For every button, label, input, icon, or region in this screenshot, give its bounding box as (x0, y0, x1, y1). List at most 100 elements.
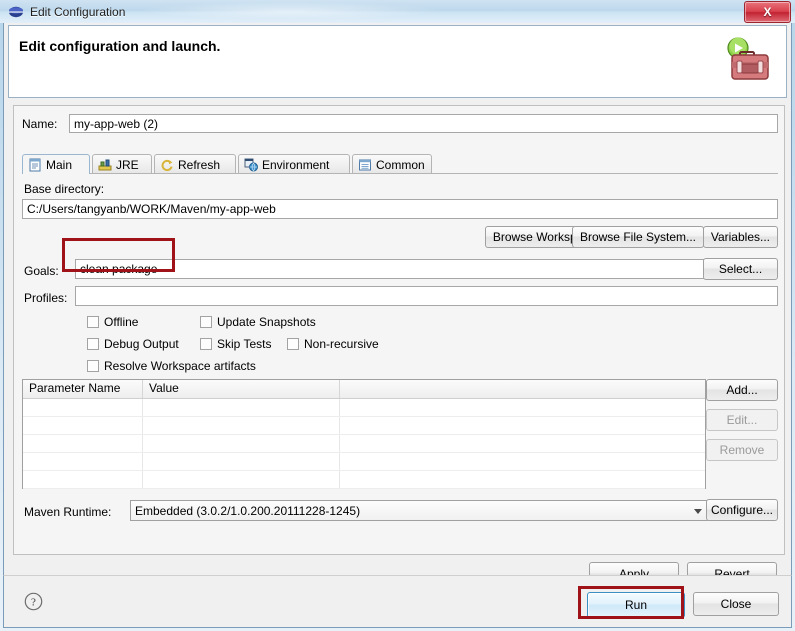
table-row[interactable] (23, 435, 705, 453)
table-cell (143, 453, 340, 470)
eclipse-globe-icon (8, 4, 24, 20)
checkbox-skip-tests-label: Skip Tests (217, 337, 271, 351)
table-row[interactable] (23, 453, 705, 471)
remove-label: Remove (720, 443, 765, 457)
page-title: Edit configuration and launch. (19, 38, 220, 54)
checkbox-non-recursive[interactable]: Non-recursive (287, 337, 379, 351)
window-close-button[interactable]: X (744, 1, 791, 23)
table-row[interactable] (23, 417, 705, 435)
table-row[interactable] (23, 471, 705, 489)
table-header-row: Parameter Name Value (23, 380, 705, 399)
tab-environment-label: Environment (262, 158, 329, 172)
column-header-value: Value (143, 380, 340, 398)
help-question-icon[interactable]: ? (24, 592, 43, 611)
window-titlebar: Edit Configuration X (0, 0, 795, 23)
variables-label: Variables... (711, 230, 770, 244)
browse-file-system-button[interactable]: Browse File System... (572, 226, 704, 248)
select-goals-button[interactable]: Select... (703, 258, 778, 280)
checkbox-box-non-recursive[interactable] (287, 338, 299, 350)
dialog-footer: ? Run Close (3, 575, 792, 628)
tab-environment[interactable]: Environment (238, 154, 350, 174)
checkbox-box-offline[interactable] (87, 316, 99, 328)
tab-common[interactable]: Common (352, 154, 432, 174)
name-label: Name: (22, 117, 57, 131)
close-icon: X (763, 5, 771, 19)
tab-main-label: Main (46, 158, 72, 172)
profiles-label: Profiles: (24, 291, 67, 305)
run-label: Run (625, 598, 647, 612)
edit-parameter-button: Edit... (706, 409, 778, 431)
checkbox-resolve-workspace-artifacts-label: Resolve Workspace artifacts (104, 359, 256, 373)
goals-input[interactable] (75, 259, 715, 279)
titlebar-sheen (140, 2, 440, 20)
svg-text:?: ? (31, 597, 36, 609)
name-input[interactable] (69, 114, 778, 133)
close-button[interactable]: Close (693, 592, 779, 616)
tab-jre-label: JRE (116, 158, 139, 172)
checkbox-box-skip-tests[interactable] (200, 338, 212, 350)
base-directory-input[interactable] (22, 199, 778, 219)
configure-runtime-button[interactable]: Configure... (706, 499, 778, 521)
checkbox-debug-output-label: Debug Output (104, 337, 179, 351)
table-cell (23, 417, 143, 434)
checkbox-resolve-workspace-artifacts[interactable]: Resolve Workspace artifacts (87, 359, 256, 373)
tab-refresh-label: Refresh (178, 158, 220, 172)
table-cell (143, 471, 340, 488)
dialog-header: Edit configuration and launch. (8, 25, 787, 98)
configure-label: Configure... (711, 503, 773, 517)
table-cell (23, 435, 143, 452)
checkbox-debug-output[interactable]: Debug Output (87, 337, 179, 351)
refresh-icon (160, 158, 174, 172)
edit-label: Edit... (727, 413, 758, 427)
base-directory-label: Base directory: (24, 182, 104, 196)
maven-runtime-value: Embedded (3.0.2/1.0.200.20111228-1245) (135, 504, 360, 518)
table-cell (340, 417, 705, 434)
checkbox-update-snapshots[interactable]: Update Snapshots (200, 315, 316, 329)
select-label: Select... (719, 262, 762, 276)
goals-label: Goals: (24, 264, 59, 278)
checkbox-box-resolve-workspace-artifacts[interactable] (87, 360, 99, 372)
column-header-parameter-name: Parameter Name (23, 380, 143, 398)
maven-toolbox-run-icon (716, 36, 772, 88)
column-header-extra (340, 380, 705, 398)
parameters-table[interactable]: Parameter Name Value (22, 379, 706, 489)
run-button[interactable]: Run (587, 592, 685, 618)
configuration-content: Name: Main (13, 105, 785, 555)
browse-file-system-label: Browse File System... (580, 230, 696, 244)
checkbox-box-debug-output[interactable] (87, 338, 99, 350)
table-cell (23, 471, 143, 488)
tab-refresh[interactable]: Refresh (154, 154, 236, 174)
chevron-down-icon (694, 509, 702, 514)
checkbox-skip-tests[interactable]: Skip Tests (200, 337, 271, 351)
add-label: Add... (726, 383, 757, 397)
table-cell (143, 435, 340, 452)
variables-button[interactable]: Variables... (703, 226, 778, 248)
maven-runtime-select[interactable]: Embedded (3.0.2/1.0.200.20111228-1245) (130, 500, 708, 521)
profiles-input[interactable] (75, 286, 778, 306)
checkbox-offline[interactable]: Offline (87, 315, 138, 329)
table-cell (340, 399, 705, 416)
remove-parameter-button: Remove (706, 439, 778, 461)
checkbox-non-recursive-label: Non-recursive (304, 337, 379, 351)
common-icon (358, 158, 372, 172)
edit-configuration-dialog: Edit configuration and launch. Name: (3, 23, 792, 627)
tab-jre[interactable]: JRE (92, 154, 152, 174)
maven-runtime-label: Maven Runtime: (24, 505, 111, 519)
close-dialog-label: Close (721, 597, 752, 611)
main-tab-panel: Base directory: Browse Workspace... Brow… (22, 174, 778, 546)
checkbox-box-update-snapshots[interactable] (200, 316, 212, 328)
table-cell (23, 453, 143, 470)
checkbox-update-snapshots-label: Update Snapshots (217, 315, 316, 329)
name-row: Name: (22, 114, 778, 134)
document-icon (28, 158, 42, 172)
table-cell (143, 417, 340, 434)
tab-bar: Main JRE (22, 154, 778, 174)
tab-common-label: Common (376, 158, 425, 172)
table-row[interactable] (23, 399, 705, 417)
checkbox-offline-label: Offline (104, 315, 138, 329)
table-cell (23, 399, 143, 416)
window-title: Edit Configuration (30, 5, 125, 19)
environment-icon (244, 158, 258, 172)
tab-main[interactable]: Main (22, 154, 90, 174)
add-parameter-button[interactable]: Add... (706, 379, 778, 401)
